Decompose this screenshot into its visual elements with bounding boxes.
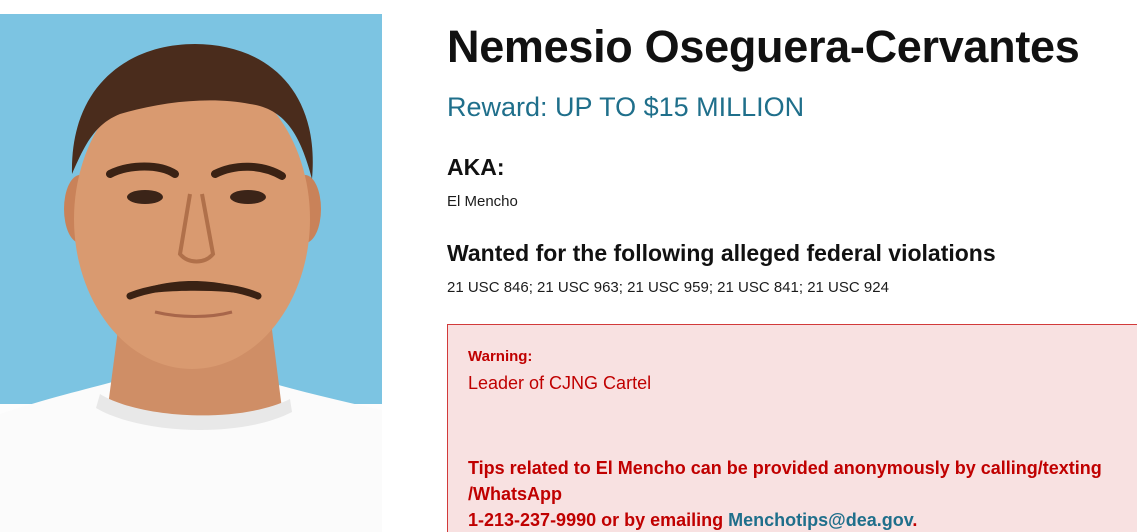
suspect-name: Nemesio Oseguera-Cervantes	[447, 21, 1080, 72]
warning-box: Warning: Leader of CJNG Cartel Tips rela…	[447, 324, 1137, 532]
tips-email-link[interactable]: Menchotips@dea.gov	[728, 510, 912, 530]
aka-value: El Mencho	[447, 193, 518, 210]
aka-heading: AKA:	[447, 154, 505, 180]
tips-suffix: .	[912, 510, 918, 530]
warning-label: Warning:	[468, 348, 533, 365]
tips-phone: 1-213-237-9990 or by emailing	[468, 510, 729, 530]
violations-heading: Wanted for the following alleged federal…	[447, 240, 996, 266]
reward-amount: Reward: UP TO $15 MILLION	[447, 92, 805, 122]
violations-list: 21 USC 846; 21 USC 963; 21 USC 959; 21 U…	[447, 279, 889, 296]
suspect-portrait-image	[0, 14, 382, 532]
tips-line: Tips related to El Mencho can be provide…	[468, 458, 1102, 504]
wanted-profile-page: Nemesio Oseguera-Cervantes Reward: UP TO…	[0, 0, 1137, 532]
warning-text: Leader of CJNG Cartel	[468, 373, 652, 393]
suspect-photo	[0, 14, 382, 532]
profile-info: Nemesio Oseguera-Cervantes Reward: UP TO…	[447, 0, 1137, 532]
tips-text: Tips related to El Mencho can be provide…	[468, 455, 1118, 532]
